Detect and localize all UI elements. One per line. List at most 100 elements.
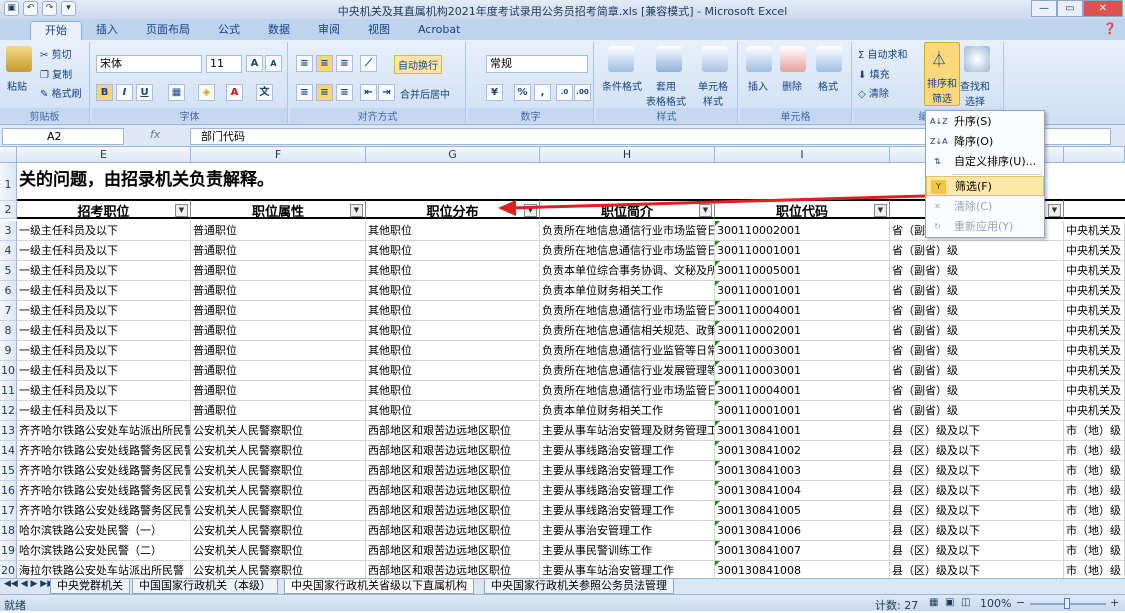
filter-dropdown-icon[interactable]: ▼ (699, 204, 712, 217)
cell-code[interactable]: 300130841005 (715, 501, 890, 521)
header-cell-description[interactable]: 职位简介 ▼ (540, 199, 715, 219)
row-header[interactable]: 16 (0, 481, 17, 501)
format-cells-button[interactable]: 格式 (818, 78, 838, 93)
cell-position[interactable]: 一级主任科员及以下 (17, 361, 191, 381)
underline-button[interactable]: U (136, 84, 153, 101)
row-header[interactable]: 6 (0, 281, 17, 301)
cell-level[interactable]: 县（区）级及以下 (890, 481, 1064, 501)
cell-attribute[interactable]: 公安机关人民警察职位 (191, 441, 366, 461)
cell-level[interactable]: 县（区）级及以下 (890, 461, 1064, 481)
cell-code[interactable]: 300110005001 (715, 261, 890, 281)
fx-icon[interactable]: fx (150, 128, 160, 141)
cell-level[interactable]: 县（区）级及以下 (890, 541, 1064, 561)
cell-distribution[interactable]: 其他职位 (366, 401, 540, 421)
filter-dropdown-icon[interactable]: ▼ (1048, 204, 1061, 217)
tab-review[interactable]: 审阅 (304, 21, 354, 40)
bold-button[interactable]: B (96, 84, 113, 101)
cell-attribute[interactable]: 公安机关人民警察职位 (191, 501, 366, 521)
row-header[interactable]: 14 (0, 441, 17, 461)
tab-data[interactable]: 数据 (254, 21, 304, 40)
cell-position[interactable]: 齐齐哈尔铁路公安处线路警务区民警 (17, 441, 191, 461)
cell-position[interactable]: 一级主任科员及以下 (17, 261, 191, 281)
restore-button[interactable]: ▭ (1057, 0, 1083, 17)
cell-description[interactable]: 主要从事线路治安管理工作 (540, 501, 715, 521)
cell-code[interactable]: 300130841007 (715, 541, 890, 561)
sheet-nav-icon[interactable]: ◀◀ ◀ ▶ ▶▶ (4, 579, 54, 589)
cell-k[interactable]: 中央机关及 (1064, 321, 1125, 341)
cell-description[interactable]: 负责本单位财务相关工作 (540, 401, 715, 421)
cell-description[interactable]: 主要从事治安管理工作 (540, 521, 715, 541)
cell-k[interactable]: 中央机关及 (1064, 401, 1125, 421)
format-painter-button[interactable]: ✎ 格式刷 (40, 85, 82, 100)
cell-code[interactable]: 300130841003 (715, 461, 890, 481)
cell-distribution[interactable]: 其他职位 (366, 241, 540, 261)
cell-level[interactable]: 省（副省）级 (890, 281, 1064, 301)
tab-page-layout[interactable]: 页面布局 (132, 21, 204, 40)
row-header[interactable]: 2 (0, 201, 17, 219)
row-header[interactable]: 10 (0, 361, 17, 381)
cell-distribution[interactable]: 其他职位 (366, 301, 540, 321)
cell-description[interactable]: 主要从事民警训练工作 (540, 541, 715, 561)
comma-button[interactable]: , (534, 84, 551, 101)
sheet-tab[interactable]: 中央党群机关 (50, 579, 130, 594)
align-bottom-icon[interactable]: ≡ (336, 55, 353, 72)
cell-level[interactable]: 省（副省）级 (890, 341, 1064, 361)
row-header[interactable]: 8 (0, 321, 17, 341)
cell-level[interactable]: 省（副省）级 (890, 381, 1064, 401)
cell-distribution[interactable]: 西部地区和艰苦边远地区职位 (366, 541, 540, 561)
cell-attribute[interactable]: 公安机关人民警察职位 (191, 481, 366, 501)
cell-k[interactable]: 市（地）级 (1064, 461, 1125, 481)
cell-distribution[interactable]: 西部地区和艰苦边远地区职位 (366, 461, 540, 481)
cell-level[interactable]: 省（副省）级 (890, 241, 1064, 261)
cell-attribute[interactable]: 普通职位 (191, 221, 366, 241)
row-header[interactable]: 9 (0, 341, 17, 361)
cell-code[interactable]: 300110001001 (715, 281, 890, 301)
cell-position[interactable]: 一级主任科员及以下 (17, 401, 191, 421)
cell-attribute[interactable]: 普通职位 (191, 321, 366, 341)
cell-code[interactable]: 300110002001 (715, 221, 890, 241)
cell-description[interactable]: 负责所在地信息通信行业发展管理等 (540, 361, 715, 381)
insert-cells-icon[interactable] (746, 46, 772, 72)
cell-distribution[interactable]: 其他职位 (366, 321, 540, 341)
row-header[interactable]: 4 (0, 241, 17, 261)
delete-cells-button[interactable]: 删除 (782, 78, 802, 93)
header-cell-code[interactable]: 职位代码 ▼ (715, 199, 890, 219)
cell-k[interactable]: 中央机关及 (1064, 281, 1125, 301)
cell-k[interactable]: 中央机关及 (1064, 361, 1125, 381)
cell-attribute[interactable]: 公安机关人民警察职位 (191, 541, 366, 561)
table-format-button[interactable]: 套用 表格格式 (646, 78, 686, 108)
font-size-select[interactable]: 11 (206, 55, 242, 73)
cell-position[interactable]: 齐齐哈尔铁路公安处线路警务区民警 (17, 481, 191, 501)
row-header[interactable]: 15 (0, 461, 17, 481)
zoom-slider-thumb[interactable] (1064, 598, 1070, 609)
find-select-button[interactable]: 查找和 选择 (960, 78, 990, 108)
cell-attribute[interactable]: 普通职位 (191, 341, 366, 361)
cell-description[interactable]: 主要从事线路治安管理工作 (540, 481, 715, 501)
name-box[interactable]: A2 (2, 128, 124, 145)
tab-insert[interactable]: 插入 (82, 21, 132, 40)
row-header[interactable]: 3 (0, 221, 17, 241)
font-name-select[interactable]: 宋体 (96, 55, 202, 73)
cell-code[interactable]: 300130841002 (715, 441, 890, 461)
cell-description[interactable]: 主要从事线路治安管理工作 (540, 461, 715, 481)
view-normal-icon[interactable]: ▦ (929, 597, 938, 608)
cell-distribution[interactable]: 西部地区和艰苦边远地区职位 (366, 441, 540, 461)
sheet-tab-active[interactable]: 中央国家行政机关省级以下直属机构 (284, 579, 474, 594)
cell-distribution[interactable]: 西部地区和艰苦边远地区职位 (366, 521, 540, 541)
cell-level[interactable]: 省（副省）级 (890, 361, 1064, 381)
cell-description[interactable]: 主要从事车站治安管理及财务管理工 (540, 421, 715, 441)
autosum-button[interactable]: Σ 自动求和 (858, 46, 908, 61)
cell-position[interactable]: 一级主任科员及以下 (17, 281, 191, 301)
filter-dropdown-icon[interactable]: ▼ (350, 204, 363, 217)
sheet-tab[interactable]: 中央国家行政机关参照公务员法管理 (484, 579, 674, 594)
tab-formulas[interactable]: 公式 (204, 21, 254, 40)
cell-k[interactable]: 市（地）级 (1064, 501, 1125, 521)
cell-k[interactable]: 市（地）级 (1064, 561, 1125, 578)
cell-position[interactable]: 齐齐哈尔铁路公安处线路警务区民警 (17, 501, 191, 521)
cell-distribution[interactable]: 其他职位 (366, 261, 540, 281)
header-cell-distribution[interactable]: 职位分布 ▼ (366, 199, 540, 219)
copy-button[interactable]: ❐ 复制 (40, 66, 72, 81)
cell-distribution[interactable]: 其他职位 (366, 341, 540, 361)
cell-distribution[interactable]: 西部地区和艰苦边远地区职位 (366, 501, 540, 521)
tab-home[interactable]: 开始 (30, 21, 82, 40)
